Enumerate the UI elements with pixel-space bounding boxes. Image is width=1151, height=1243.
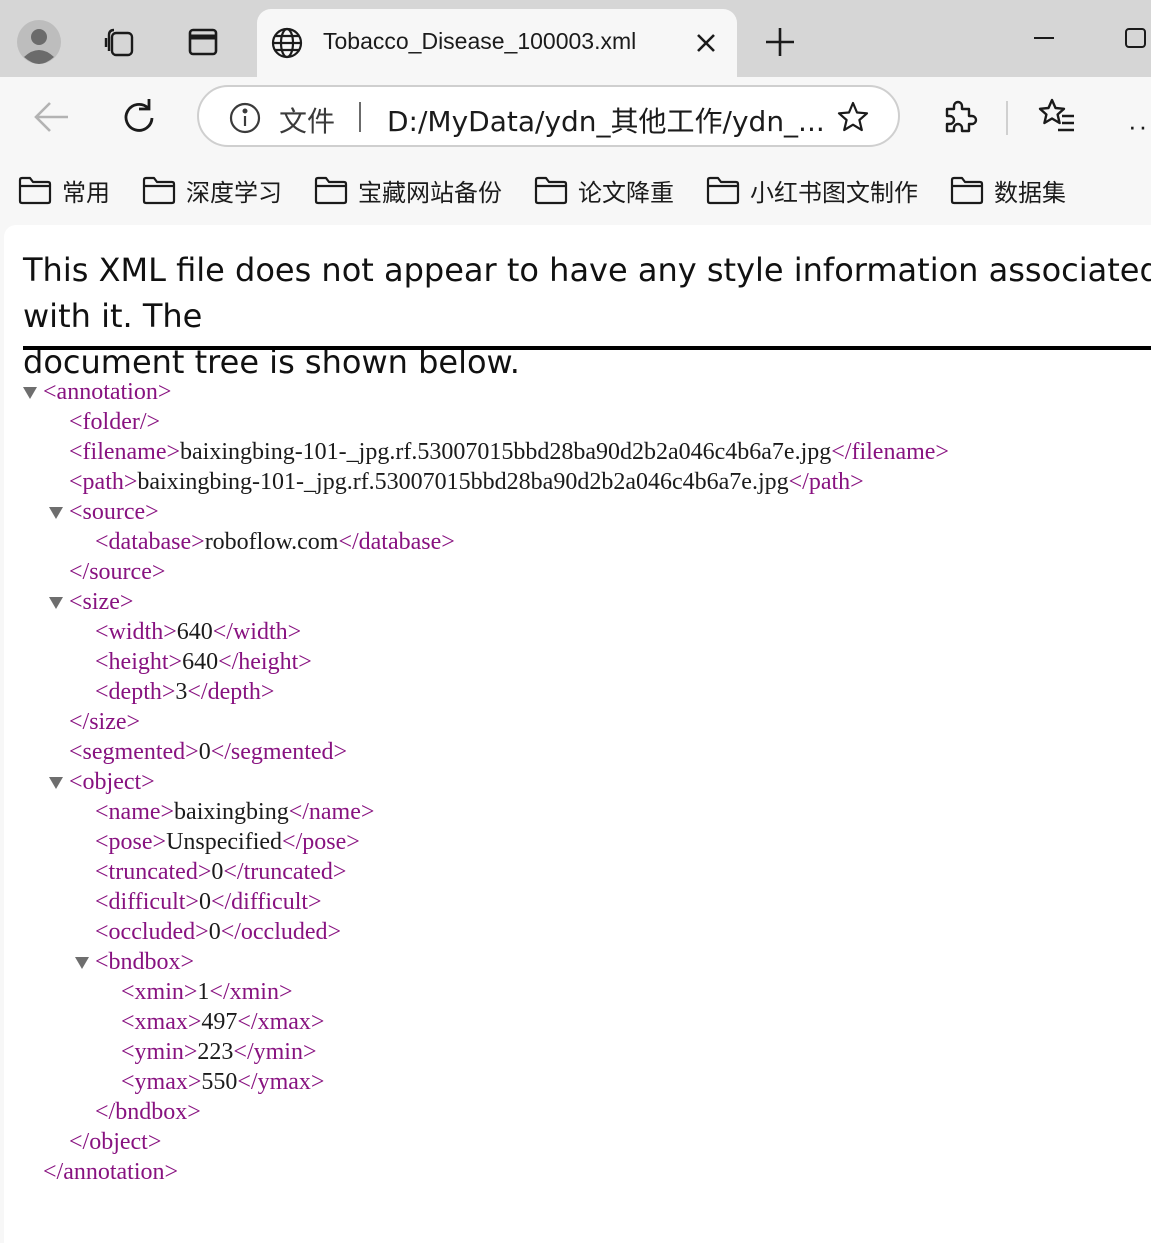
collapse-triangle-icon[interactable] bbox=[49, 597, 63, 610]
reload-icon[interactable] bbox=[117, 95, 163, 141]
xml-node-object-close: </object> bbox=[69, 1129, 162, 1155]
xml-node-size-close: </size> bbox=[69, 709, 141, 735]
workspaces-button[interactable] bbox=[94, 17, 144, 67]
tab-title: Tobacco_Disease_100003.xml bbox=[323, 28, 637, 54]
xml-node-truncated: <truncated>0</truncated> bbox=[95, 859, 347, 885]
xml-node-name: <name>baixingbing</name> bbox=[95, 799, 375, 825]
tab-active[interactable]: Tobacco_Disease_100003.xml bbox=[257, 9, 737, 77]
bookmark-label: 小红书图文制作 bbox=[750, 178, 918, 207]
bookmarks-bar: 常用 深度学习 宝藏网站备份 论文降重 小红书图文制作 数据集 bbox=[0, 159, 1151, 223]
address-divider bbox=[359, 102, 361, 132]
toolbar-divider bbox=[1006, 101, 1008, 135]
xml-node-width: <width>640</width> bbox=[95, 619, 302, 645]
bookmark-folder[interactable]: 宝藏网站备份 bbox=[314, 173, 502, 207]
xml-node-segmented: <segmented>0</segmented> bbox=[69, 739, 348, 765]
new-tab-icon[interactable] bbox=[760, 22, 800, 62]
bookmark-label: 常用 bbox=[62, 178, 110, 207]
workspaces-icon bbox=[104, 28, 134, 57]
folder-icon bbox=[950, 176, 984, 205]
folder-icon bbox=[314, 176, 348, 205]
collapse-triangle-icon[interactable] bbox=[49, 507, 63, 520]
xml-node-depth: <depth>3</depth> bbox=[95, 679, 275, 705]
xml-node-database: <database>roboflow.com</database> bbox=[95, 529, 455, 555]
navigation-toolbar: 文件 D:/MyData/ydn_其他工作/ydn_... ·· bbox=[0, 77, 1151, 159]
bookmark-folder[interactable]: 深度学习 bbox=[142, 173, 282, 207]
xml-node-xmin: <xmin>1</xmin> bbox=[121, 979, 293, 1005]
bookmark-label: 数据集 bbox=[994, 178, 1066, 207]
xml-node-filename: <filename>baixingbing-101-_jpg.rf.530070… bbox=[69, 439, 949, 465]
bookmark-label: 宝藏网站备份 bbox=[358, 178, 502, 207]
collapse-triangle-icon[interactable] bbox=[23, 387, 37, 400]
address-bar[interactable]: 文件 D:/MyData/ydn_其他工作/ydn_... bbox=[197, 85, 900, 147]
xml-node-size[interactable]: <size> bbox=[49, 587, 133, 617]
xml-node-height: <height>640</height> bbox=[95, 649, 312, 675]
tab-actions-icon bbox=[188, 28, 218, 56]
star-icon[interactable] bbox=[836, 100, 870, 134]
xml-node-difficult: <difficult>0</difficult> bbox=[95, 889, 322, 915]
xml-node-xmax: <xmax>497</xmax> bbox=[121, 1009, 325, 1035]
info-icon[interactable] bbox=[229, 102, 261, 134]
url-text[interactable]: D:/MyData/ydn_其他工作/ydn_... bbox=[387, 100, 825, 140]
collapse-triangle-icon[interactable] bbox=[49, 777, 63, 790]
bookmark-folder[interactable]: 小红书图文制作 bbox=[706, 173, 918, 207]
more-button[interactable]: ·· bbox=[1128, 111, 1149, 142]
avatar-icon bbox=[17, 20, 61, 64]
back-arrow-icon[interactable] bbox=[28, 97, 74, 137]
bookmark-label: 论文降重 bbox=[578, 178, 674, 207]
xml-node-bndbox[interactable]: <bndbox> bbox=[75, 947, 194, 977]
xml-node-source-close: </source> bbox=[69, 559, 166, 585]
folder-icon bbox=[534, 176, 568, 205]
xml-node-ymax: <ymax>550</ymax> bbox=[121, 1069, 325, 1095]
bookmark-folder[interactable]: 常用 bbox=[18, 173, 110, 207]
xml-node-annotation[interactable]: <annotation> bbox=[23, 377, 171, 407]
page-content: This XML file does not appear to have an… bbox=[4, 225, 1151, 1243]
globe-icon bbox=[271, 27, 303, 59]
file-scheme-label: 文件 bbox=[279, 105, 336, 138]
xml-node-bndbox-close: </bndbox> bbox=[95, 1099, 201, 1125]
xml-info-line: This XML file does not appear to have an… bbox=[23, 251, 1151, 335]
xml-info-message: This XML file does not appear to have an… bbox=[23, 247, 1151, 385]
maximize-icon[interactable] bbox=[1120, 24, 1151, 52]
xml-node-path: <path>baixingbing-101-_jpg.rf.53007015bb… bbox=[69, 469, 864, 495]
xml-node-folder: <folder/> bbox=[69, 409, 161, 435]
header-divider bbox=[23, 346, 1151, 350]
xml-node-pose: <pose>Unspecified</pose> bbox=[95, 829, 360, 855]
vertical-tabs-button[interactable] bbox=[178, 17, 228, 67]
collapse-triangle-icon[interactable] bbox=[75, 957, 89, 970]
xml-node-object[interactable]: <object> bbox=[49, 767, 155, 797]
folder-icon bbox=[706, 176, 740, 205]
xml-node-occluded: <occluded>0</occluded> bbox=[95, 919, 342, 945]
bookmark-folder[interactable]: 论文降重 bbox=[534, 173, 674, 207]
extensions-icon[interactable] bbox=[938, 96, 980, 138]
xml-node-ymin: <ymin>223</ymin> bbox=[121, 1039, 317, 1065]
xml-node-annotation-close: </annotation> bbox=[43, 1159, 179, 1185]
tab-strip: Tobacco_Disease_100003.xml bbox=[0, 0, 1151, 77]
xml-node-source[interactable]: <source> bbox=[49, 497, 159, 527]
bookmark-label: 深度学习 bbox=[186, 178, 282, 207]
close-icon[interactable] bbox=[693, 30, 719, 56]
folder-icon bbox=[142, 176, 176, 205]
folder-icon bbox=[18, 176, 52, 205]
profile-button[interactable] bbox=[14, 17, 64, 67]
bookmark-folder[interactable]: 数据集 bbox=[950, 173, 1066, 207]
minimize-icon[interactable] bbox=[1030, 26, 1058, 50]
favorites-icon[interactable] bbox=[1036, 96, 1078, 138]
